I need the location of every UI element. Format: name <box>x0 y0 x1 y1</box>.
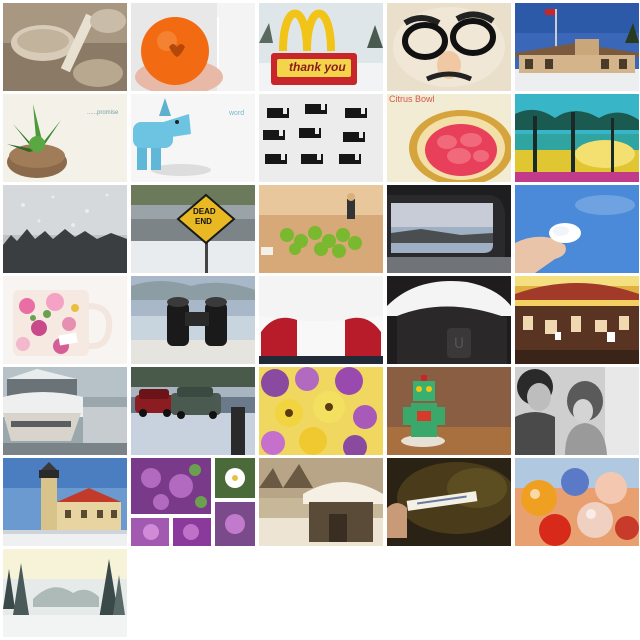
photo-colorful-trees[interactable] <box>515 94 639 182</box>
promise-caption: ......promise <box>87 110 119 116</box>
photo-sepia-baking[interactable] <box>3 3 127 91</box>
photo-binoculars[interactable] <box>131 276 255 364</box>
photo-dead-end-sign[interactable]: DEAD END <box>131 185 255 273</box>
photo-lighthouse[interactable] <box>3 458 127 546</box>
word-caption: word <box>229 110 245 117</box>
photo-carousel[interactable] <box>515 276 639 364</box>
photo-sepia-snowy-shed[interactable] <box>259 458 383 546</box>
thank-you-sign-text: thank you <box>289 60 346 74</box>
dead-end-line2: END <box>195 217 212 226</box>
photo-citrus-bowl[interactable]: Citrus Bowl <box>387 94 511 182</box>
photo-snowball-hand-sky[interactable] <box>515 185 639 273</box>
photo-green-peas-figurine[interactable] <box>259 185 383 273</box>
photo-snowy-boats[interactable] <box>3 367 127 455</box>
dead-end-line1: DEAD <box>193 207 216 216</box>
photo-rainy-window[interactable] <box>3 185 127 273</box>
photo-water-beads[interactable] <box>515 458 639 546</box>
photo-mosaic: thank you ......promise word Citrus Bowl… <box>0 0 640 640</box>
citrus-bowl-caption: Citrus Bowl <box>389 94 435 104</box>
photo-red-boots-snow[interactable] <box>259 276 383 364</box>
photo-floral-teacup[interactable] <box>3 276 127 364</box>
photo-car-side-mirror[interactable] <box>387 185 511 273</box>
photo-flower-collage[interactable] <box>131 458 255 546</box>
photo-fortune-cookie-slip[interactable] <box>387 458 511 546</box>
photo-blue-toy-dog[interactable]: word <box>131 94 255 182</box>
photo-snowy-forest[interactable] <box>3 549 127 637</box>
photo-groucho-glasses[interactable] <box>387 3 511 91</box>
photo-orange-in-hand[interactable] <box>131 3 255 91</box>
photo-parked-cars-snow[interactable] <box>131 367 255 455</box>
photo-toy-robot[interactable] <box>387 367 511 455</box>
photo-snow-covered-mailbox[interactable]: U <box>387 276 511 364</box>
photo-building-with-flag[interactable] <box>515 3 639 91</box>
photo-succulent-promise[interactable]: ......promise <box>3 94 127 182</box>
photo-purple-yellow-flowers[interactable] <box>259 367 383 455</box>
photo-mcdonalds-thank-you[interactable]: thank you <box>259 3 383 91</box>
photo-black-dog-candies[interactable] <box>259 94 383 182</box>
svg-text:U: U <box>454 336 464 352</box>
photo-mother-and-child-bw[interactable] <box>515 367 639 455</box>
